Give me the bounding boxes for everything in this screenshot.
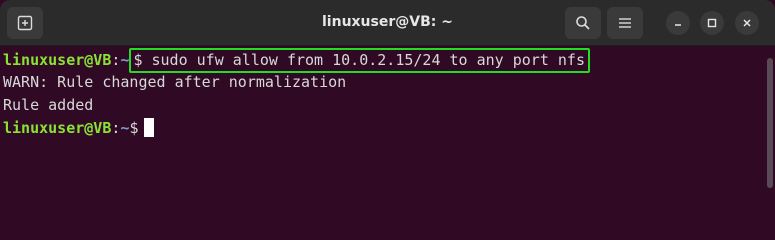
close-button[interactable] <box>735 11 759 35</box>
terminal-line: Rule added <box>3 94 762 117</box>
highlighted-command: $ sudo ufw allow from 10.0.2.15/24 to an… <box>129 48 590 73</box>
prompt-user: linuxuser@VB <box>3 51 112 69</box>
terminal-output[interactable]: linuxuser@VB:~ $ sudo ufw allow from 10.0… <box>0 46 762 226</box>
window-title: linuxuser@VB: ~ <box>322 14 453 30</box>
output-text: Rule added <box>3 96 94 114</box>
prompt-user: linuxuser@VB <box>3 119 112 137</box>
minimize-button[interactable] <box>666 11 690 35</box>
titlebar: linuxuser@VB: ~ <box>0 0 775 46</box>
prompt-symbol: $ <box>129 119 139 137</box>
menu-button[interactable] <box>607 7 643 39</box>
terminal-line: WARN: Rule changed after normalization <box>3 71 762 94</box>
maximize-icon <box>707 18 717 28</box>
minimize-icon <box>675 24 681 26</box>
close-icon <box>743 19 751 27</box>
terminal-line: linuxuser@VB:~ $ sudo ufw allow from 10.0… <box>3 48 762 73</box>
hamburger-menu-icon <box>619 18 631 28</box>
search-icon <box>576 16 590 30</box>
output-text: WARN: Rule changed after normalization <box>3 73 347 91</box>
text-cursor <box>144 118 155 137</box>
scrollbar[interactable] <box>767 58 773 188</box>
maximize-button[interactable] <box>700 11 724 35</box>
prompt-path: ~ <box>120 51 130 69</box>
terminal-window: linuxuser@VB: ~ linuxuser@VB:~ $ sudo uf… <box>0 0 775 226</box>
terminal-line: linuxuser@VB:~$ <box>3 117 762 140</box>
search-button[interactable] <box>565 7 601 39</box>
